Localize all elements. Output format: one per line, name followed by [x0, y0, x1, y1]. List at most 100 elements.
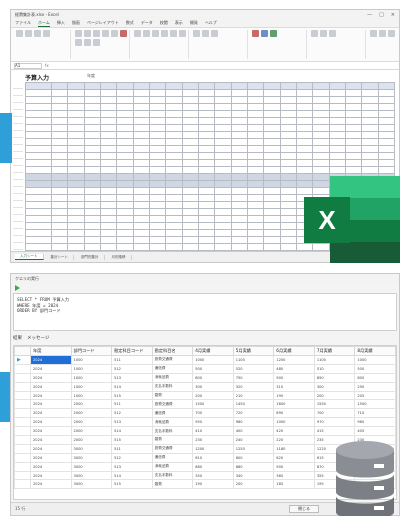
sheet-cell[interactable] [214, 159, 232, 167]
row-header[interactable] [13, 89, 23, 96]
sheet-cell[interactable] [132, 173, 150, 181]
sheet-cell[interactable] [214, 152, 232, 160]
sheet-cell[interactable] [246, 166, 265, 174]
row-header[interactable] [13, 201, 23, 208]
sheet-cell[interactable] [99, 131, 118, 139]
table-cell[interactable]: 515 [111, 390, 153, 401]
sheet-cell[interactable] [25, 89, 52, 97]
sheet-cell[interactable] [181, 117, 199, 125]
sheet-cell[interactable] [312, 131, 330, 139]
sheet-cell[interactable] [181, 159, 199, 167]
sheet-cell[interactable] [83, 194, 101, 202]
row-header[interactable] [13, 173, 23, 180]
sheet-cell[interactable] [132, 208, 150, 216]
sheet-cell[interactable] [312, 124, 330, 132]
sheet-cell[interactable] [230, 166, 248, 174]
sheet-cell[interactable] [181, 194, 199, 202]
sheet-cell[interactable] [263, 243, 281, 251]
table-cell[interactable]: 1000 [70, 355, 113, 365]
sheet-cell[interactable] [181, 222, 199, 230]
sheet-cell[interactable] [230, 145, 248, 153]
sheet-cell[interactable] [230, 152, 248, 160]
tab-home[interactable]: ホーム [38, 20, 50, 27]
table-cell[interactable]: 1000 [70, 381, 113, 392]
sheet-cell[interactable] [165, 138, 183, 146]
table-cell[interactable]: 980 [232, 417, 275, 428]
table-row[interactable]: 2024 2000 513 消耗品費 950 980 1000 970 960 [14, 417, 396, 428]
table-cell[interactable]: 2024 [30, 363, 72, 374]
sheet-cell[interactable] [50, 173, 69, 181]
sheet-cell[interactable] [361, 82, 379, 90]
sheet-cell[interactable] [377, 131, 396, 139]
sheet-cell[interactable] [25, 201, 52, 209]
sheet-cell[interactable] [25, 222, 52, 230]
tab-formulas[interactable]: 数式 [126, 20, 134, 26]
sheet-cell[interactable] [99, 236, 118, 244]
sheet-cell[interactable] [377, 117, 396, 125]
sql-editor[interactable]: SELECT * FROM 予算入力 WHERE 年度 = 2024 ORDER… [13, 293, 397, 331]
table-cell[interactable]: 290 [354, 381, 396, 392]
sheet-cell[interactable] [165, 82, 183, 90]
sheet-cell[interactable] [25, 236, 52, 244]
sheet-cell[interactable] [148, 180, 167, 188]
sheet-cell[interactable] [246, 236, 265, 244]
sheet-cell[interactable] [25, 215, 52, 223]
sheet-cell[interactable] [50, 96, 69, 104]
sheet-cell[interactable] [116, 215, 134, 223]
sheet-cell[interactable] [197, 222, 216, 230]
sheet-cell[interactable] [214, 145, 232, 153]
sheet-cell[interactable] [279, 173, 297, 181]
sheet-cell[interactable] [230, 138, 248, 146]
table-cell[interactable]: 360 [273, 470, 315, 481]
tab-review[interactable]: 校閲 [160, 20, 168, 26]
sheet-cell[interactable] [279, 222, 297, 230]
sheet-cell[interactable] [132, 138, 150, 146]
table-cell[interactable]: 690 [273, 408, 315, 419]
sheet-cell[interactable] [25, 180, 52, 188]
sheet-cell[interactable] [246, 215, 265, 223]
table-cell[interactable]: 2024 [30, 470, 72, 481]
table-cell[interactable]: 200 [313, 390, 356, 401]
sheet-cell[interactable] [344, 82, 363, 90]
table-cell[interactable]: 2000 [70, 426, 113, 437]
align-right-icon[interactable] [152, 30, 159, 37]
table-cell[interactable]: 2024 [30, 399, 72, 410]
sheet-cell[interactable] [214, 180, 232, 188]
column-header[interactable]: 6月実績 [273, 346, 315, 356]
row-header[interactable] [13, 194, 23, 201]
table-cell[interactable]: 514 [111, 470, 153, 481]
table-cell[interactable]: 1200 [273, 355, 315, 365]
table-row[interactable]: 2024 2000 512 通信費 700 720 690 700 710 [14, 408, 396, 419]
sheet-cell[interactable] [197, 103, 216, 111]
sheet-cell[interactable] [165, 201, 183, 209]
table-cell[interactable]: 1000 [273, 417, 315, 428]
table-cell[interactable]: 513 [111, 372, 153, 383]
sheet-tab-monthly[interactable]: 月別推移 [107, 254, 132, 260]
table-cell[interactable]: 2000 [70, 408, 113, 419]
find-icon[interactable] [388, 30, 395, 37]
sheet-cell[interactable] [148, 117, 167, 125]
sheet-cell[interactable] [50, 117, 69, 125]
sheet-cell[interactable] [197, 96, 216, 104]
sheet-cell[interactable] [328, 131, 346, 139]
table-cell[interactable]: 1000 [70, 390, 113, 401]
sheet-cell[interactable] [263, 145, 281, 153]
sheet-cell[interactable] [165, 131, 183, 139]
sheet-cell[interactable] [263, 110, 281, 118]
delete-cells-icon[interactable] [320, 30, 327, 37]
sheet-cell[interactable] [279, 208, 297, 216]
table-cell[interactable]: 800 [192, 372, 234, 383]
column-header[interactable]: 7月実績 [313, 346, 356, 356]
sheet-cell[interactable] [132, 145, 150, 153]
sheet-cell[interactable] [116, 152, 134, 160]
table-cell[interactable]: 1550 [313, 399, 356, 410]
sheet-cell[interactable] [263, 152, 281, 160]
sheet-cell[interactable] [116, 159, 134, 167]
sheet-cell[interactable] [116, 222, 134, 230]
sheet-cell[interactable] [132, 222, 150, 230]
sheet-cell[interactable] [181, 110, 199, 118]
sheet-cell[interactable] [67, 96, 85, 104]
table-row[interactable]: 2024 2000 514 支払手数料 410 400 420 415 405 [14, 426, 396, 437]
close-button[interactable]: 閉じる [289, 505, 319, 513]
sheet-cell[interactable] [279, 82, 297, 90]
